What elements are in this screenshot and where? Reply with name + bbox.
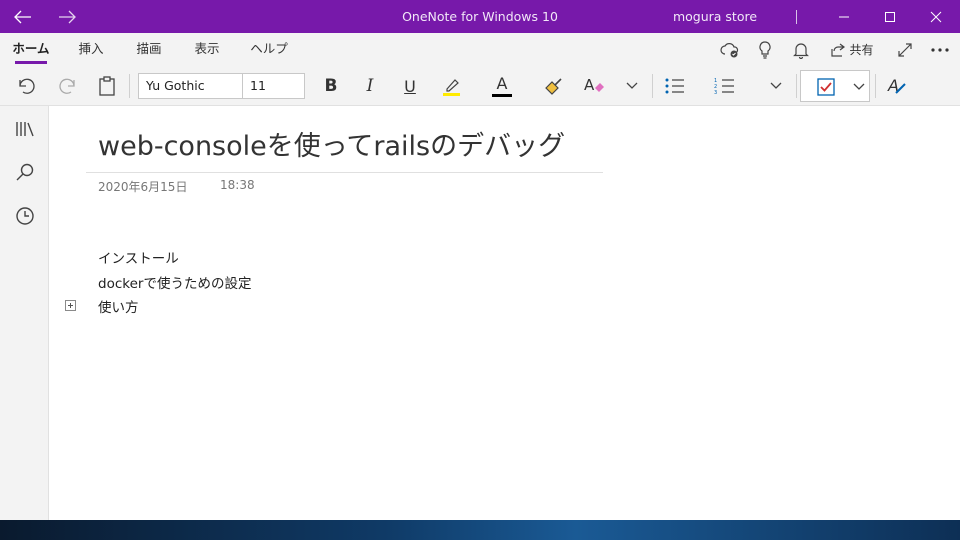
svg-text:A: A: [584, 76, 595, 94]
font-color-glyph: A: [496, 73, 508, 93]
chevron-down-icon: [770, 82, 782, 89]
format-painter-button[interactable]: [538, 66, 568, 106]
forward-button[interactable]: [52, 0, 82, 33]
library-icon: [15, 122, 34, 137]
tab-insert[interactable]: 挿入: [72, 33, 110, 66]
ellipsis-icon: [931, 47, 949, 52]
undo-button[interactable]: [12, 66, 42, 106]
title-divider: [796, 10, 797, 24]
title-bar: OneNote for Windows 10 mogura store: [0, 0, 960, 33]
search-button[interactable]: [0, 152, 49, 192]
desktop-background: [0, 520, 960, 540]
fullscreen-button[interactable]: [892, 33, 918, 66]
outline-line[interactable]: dockerで使うための設定: [98, 272, 251, 292]
expand-toggle-icon[interactable]: [65, 300, 76, 311]
outline-line[interactable]: 使い方: [98, 296, 139, 316]
tell-me-button[interactable]: [752, 33, 778, 66]
outline-line[interactable]: インストール: [98, 247, 179, 267]
redo-icon: [59, 78, 75, 94]
notifications-button[interactable]: [788, 33, 814, 66]
highlighter-icon: [443, 79, 460, 96]
toolbar-divider: [129, 74, 130, 98]
font-color-button[interactable]: A: [488, 66, 516, 106]
sync-status-button[interactable]: [716, 33, 744, 66]
numbered-list-icon: 1 2 3: [714, 78, 734, 95]
bold-glyph: B: [324, 76, 338, 96]
notebooks-button[interactable]: [0, 109, 49, 149]
more-options-button[interactable]: [926, 33, 954, 66]
font-size-field[interactable]: 11: [242, 73, 305, 99]
bullet-list-icon: [665, 78, 684, 94]
back-button[interactable]: [8, 0, 38, 33]
search-icon: [16, 163, 33, 181]
share-button[interactable]: 共有: [824, 33, 880, 66]
styles-pen-icon: A: [887, 76, 906, 95]
window-title: OneNote for Windows 10: [402, 9, 558, 24]
toolbar-divider: [875, 74, 876, 98]
numbering-button[interactable]: 1 2 3: [710, 66, 740, 106]
page-time: 18:38: [220, 178, 255, 192]
title-divider: [86, 172, 603, 173]
page-title[interactable]: web-consoleを使ってrailsのデバッグ: [98, 124, 565, 163]
toolbar-divider: [796, 74, 797, 98]
clipboard-icon: [99, 76, 115, 96]
chevron-down-icon: [853, 83, 865, 90]
bullets-button[interactable]: [660, 66, 690, 106]
paintbrush-icon: [545, 78, 562, 95]
cloud-sync-icon: [720, 42, 739, 57]
font-color-swatch: [492, 93, 512, 97]
italic-button[interactable]: I: [357, 66, 383, 106]
underline-button[interactable]: U: [397, 66, 423, 106]
close-button[interactable]: [918, 0, 954, 33]
undo-icon: [19, 78, 35, 94]
tab-view[interactable]: 表示: [188, 33, 226, 66]
tab-draw[interactable]: 描画: [130, 33, 168, 66]
account-name[interactable]: mogura store: [660, 0, 770, 33]
font-name-field[interactable]: Yu Gothic: [138, 73, 243, 99]
clear-format-icon: A: [584, 76, 604, 94]
maximize-button[interactable]: [872, 0, 908, 33]
highlight-button[interactable]: [436, 66, 466, 106]
arrow-left-icon: [14, 10, 31, 23]
active-tab-indicator: [15, 61, 47, 64]
page-date: 2020年6月15日: [98, 180, 188, 194]
recent-notes-button[interactable]: [0, 196, 49, 236]
navigation-rail: [0, 106, 49, 520]
tab-help[interactable]: ヘルプ: [246, 33, 292, 66]
lightbulb-icon: [759, 40, 771, 59]
maximize-icon: [885, 11, 895, 22]
clock-icon: [15, 207, 34, 225]
svg-text:3: 3: [714, 90, 717, 95]
ribbon-tabs: ホーム 挿入 描画 表示 ヘルプ 共有: [0, 33, 960, 66]
italic-glyph: I: [366, 76, 374, 96]
arrow-right-icon: [59, 10, 76, 23]
underline-glyph: U: [404, 76, 416, 96]
todo-tag-button[interactable]: [800, 70, 870, 102]
clear-formatting-button[interactable]: A: [577, 66, 611, 106]
bell-icon: [793, 42, 809, 59]
close-icon: [930, 11, 942, 22]
share-label: 共有: [849, 43, 874, 57]
chevron-down-icon: [626, 82, 638, 89]
checkbox-checked-icon: [817, 78, 835, 96]
styles-button[interactable]: A: [882, 66, 912, 106]
page-canvas[interactable]: web-consoleを使ってrailsのデバッグ 2020年6月15日 18:…: [49, 106, 960, 520]
paste-button[interactable]: [92, 66, 122, 106]
redo-button[interactable]: [52, 66, 82, 106]
toolbar-divider: [652, 74, 653, 98]
minimize-icon: [839, 16, 849, 17]
bold-button[interactable]: B: [318, 66, 344, 106]
minimize-button[interactable]: [826, 0, 862, 33]
expand-diagonal-icon: [898, 42, 912, 57]
formatting-toolbar: Yu Gothic 11 B I U A A 1 2 3 A: [0, 66, 960, 106]
share-icon: [831, 43, 846, 57]
list-options-dropdown[interactable]: [764, 66, 788, 106]
more-formatting-dropdown[interactable]: [620, 66, 644, 106]
